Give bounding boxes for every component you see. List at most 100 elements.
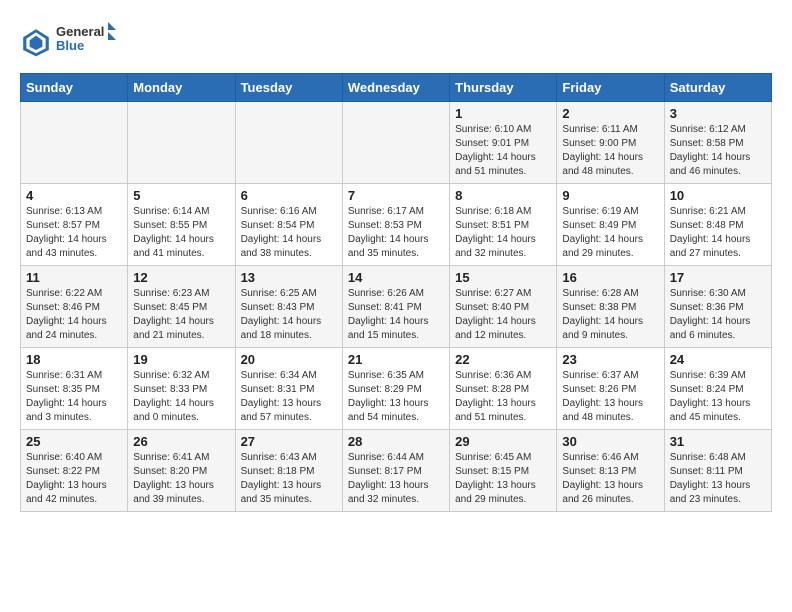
day-number: 10 — [670, 188, 766, 203]
weekday-header-thursday: Thursday — [450, 74, 557, 102]
day-info: Sunrise: 6:43 AM Sunset: 8:18 PM Dayligh… — [241, 451, 337, 507]
day-info: Sunrise: 6:30 AM Sunset: 8:36 PM Dayligh… — [670, 287, 766, 343]
day-number: 14 — [348, 270, 444, 285]
day-number: 30 — [562, 434, 658, 449]
day-info: Sunrise: 6:44 AM Sunset: 8:17 PM Dayligh… — [348, 451, 444, 507]
weekday-header-monday: Monday — [128, 74, 235, 102]
day-info: Sunrise: 6:32 AM Sunset: 8:33 PM Dayligh… — [133, 369, 229, 425]
day-info: Sunrise: 6:13 AM Sunset: 8:57 PM Dayligh… — [26, 205, 122, 261]
day-info: Sunrise: 6:19 AM Sunset: 8:49 PM Dayligh… — [562, 205, 658, 261]
day-cell: 7 Sunrise: 6:17 AM Sunset: 8:53 PM Daylig… — [342, 184, 449, 266]
day-info: Sunrise: 6:10 AM Sunset: 9:01 PM Dayligh… — [455, 123, 551, 179]
day-info: Sunrise: 6:39 AM Sunset: 8:24 PM Dayligh… — [670, 369, 766, 425]
day-number: 9 — [562, 188, 658, 203]
day-info: Sunrise: 6:45 AM Sunset: 8:15 PM Dayligh… — [455, 451, 551, 507]
day-cell: 11 Sunrise: 6:22 AM Sunset: 8:46 PM Dayli… — [21, 266, 128, 348]
day-number: 22 — [455, 352, 551, 367]
day-cell: 23 Sunrise: 6:37 AM Sunset: 8:26 PM Dayli… — [557, 348, 664, 430]
day-cell: 13Sunrise: 6:25 AM Sunset: 8:43 PM Dayli… — [235, 266, 342, 348]
day-number: 2 — [562, 106, 658, 121]
day-cell: 2 Sunrise: 6:11 AM Sunset: 9:00 PM Daylig… — [557, 102, 664, 184]
day-cell — [128, 102, 235, 184]
day-info: Sunrise: 6:21 AM Sunset: 8:48 PM Dayligh… — [670, 205, 766, 261]
week-row-5: 25 Sunrise: 6:40 AM Sunset: 8:22 PM Dayli… — [21, 430, 772, 512]
day-info: Sunrise: 6:14 AM Sunset: 8:55 PM Dayligh… — [133, 205, 229, 261]
day-info: Sunrise: 6:31 AM Sunset: 8:35 PM Dayligh… — [26, 369, 122, 425]
day-number: 8 — [455, 188, 551, 203]
calendar-table: SundayMondayTuesdayWednesdayThursdayFrid… — [20, 73, 772, 512]
day-info: Sunrise: 6:18 AM Sunset: 8:51 PM Dayligh… — [455, 205, 551, 261]
day-cell: 18 Sunrise: 6:31 AM Sunset: 8:35 PM Dayli… — [21, 348, 128, 430]
day-cell: 28 Sunrise: 6:44 AM Sunset: 8:17 PM Dayli… — [342, 430, 449, 512]
svg-text:Blue: Blue — [56, 38, 84, 53]
day-info: Sunrise: 6:37 AM Sunset: 8:26 PM Dayligh… — [562, 369, 658, 425]
day-cell: 1 Sunrise: 6:10 AM Sunset: 9:01 PM Daylig… — [450, 102, 557, 184]
day-number: 4 — [26, 188, 122, 203]
day-cell: 22 Sunrise: 6:36 AM Sunset: 8:28 PM Dayli… — [450, 348, 557, 430]
day-number: 11 — [26, 270, 122, 285]
day-number: 25 — [26, 434, 122, 449]
day-cell: 5 Sunrise: 6:14 AM Sunset: 8:55 PM Daylig… — [128, 184, 235, 266]
day-info: Sunrise: 6:36 AM Sunset: 8:28 PM Dayligh… — [455, 369, 551, 425]
day-number: 26 — [133, 434, 229, 449]
day-number: 1 — [455, 106, 551, 121]
week-row-1: 1 Sunrise: 6:10 AM Sunset: 9:01 PM Daylig… — [21, 102, 772, 184]
weekday-header-tuesday: Tuesday — [235, 74, 342, 102]
day-number: 28 — [348, 434, 444, 449]
day-cell: 29 Sunrise: 6:45 AM Sunset: 8:15 PM Dayli… — [450, 430, 557, 512]
page-header: General Blue — [20, 20, 772, 63]
weekday-header-row: SundayMondayTuesdayWednesdayThursdayFrid… — [21, 74, 772, 102]
day-cell: 30 Sunrise: 6:46 AM Sunset: 8:13 PM Dayli… — [557, 430, 664, 512]
day-number: 29 — [455, 434, 551, 449]
weekday-header-wednesday: Wednesday — [342, 74, 449, 102]
day-info: Sunrise: 6:41 AM Sunset: 8:20 PM Dayligh… — [133, 451, 229, 507]
day-info: Sunrise: 6:28 AM Sunset: 8:38 PM Dayligh… — [562, 287, 658, 343]
day-info: Sunrise: 6:23 AM Sunset: 8:45 PM Dayligh… — [133, 287, 229, 343]
day-number: 12 — [133, 270, 229, 285]
day-number: 7 — [348, 188, 444, 203]
day-info: Sunrise: 6:11 AM Sunset: 9:00 PM Dayligh… — [562, 123, 658, 179]
day-number: 24 — [670, 352, 766, 367]
day-cell: 16 Sunrise: 6:28 AM Sunset: 8:38 PM Dayli… — [557, 266, 664, 348]
day-info: Sunrise: 6:17 AM Sunset: 8:53 PM Dayligh… — [348, 205, 444, 261]
day-cell: 26 Sunrise: 6:41 AM Sunset: 8:20 PM Dayli… — [128, 430, 235, 512]
day-number: 21 — [348, 352, 444, 367]
week-row-2: 4 Sunrise: 6:13 AM Sunset: 8:57 PM Daylig… — [21, 184, 772, 266]
day-cell: 21Sunrise: 6:35 AM Sunset: 8:29 PM Dayli… — [342, 348, 449, 430]
logo-svg: General Blue — [56, 20, 116, 58]
day-cell: 25 Sunrise: 6:40 AM Sunset: 8:22 PM Dayli… — [21, 430, 128, 512]
day-number: 6 — [241, 188, 337, 203]
day-number: 5 — [133, 188, 229, 203]
day-cell: 9 Sunrise: 6:19 AM Sunset: 8:49 PM Daylig… — [557, 184, 664, 266]
day-info: Sunrise: 6:46 AM Sunset: 8:13 PM Dayligh… — [562, 451, 658, 507]
day-cell — [21, 102, 128, 184]
day-cell: 24 Sunrise: 6:39 AM Sunset: 8:24 PM Dayli… — [664, 348, 771, 430]
day-cell: 10 Sunrise: 6:21 AM Sunset: 8:48 PM Dayli… — [664, 184, 771, 266]
day-info: Sunrise: 6:48 AM Sunset: 8:11 PM Dayligh… — [670, 451, 766, 507]
day-info: Sunrise: 6:27 AM Sunset: 8:40 PM Dayligh… — [455, 287, 551, 343]
day-cell: 12 Sunrise: 6:23 AM Sunset: 8:45 PM Dayli… — [128, 266, 235, 348]
week-row-3: 11 Sunrise: 6:22 AM Sunset: 8:46 PM Dayli… — [21, 266, 772, 348]
day-number: 23 — [562, 352, 658, 367]
week-row-4: 18 Sunrise: 6:31 AM Sunset: 8:35 PM Dayli… — [21, 348, 772, 430]
day-cell: 20Sunrise: 6:34 AM Sunset: 8:31 PM Dayli… — [235, 348, 342, 430]
day-number: 3 — [670, 106, 766, 121]
day-cell: 6Sunrise: 6:16 AM Sunset: 8:54 PM Daylig… — [235, 184, 342, 266]
weekday-header-saturday: Saturday — [664, 74, 771, 102]
day-number: 18 — [26, 352, 122, 367]
logo-icon — [20, 26, 52, 58]
day-info: Sunrise: 6:22 AM Sunset: 8:46 PM Dayligh… — [26, 287, 122, 343]
day-cell: 14 Sunrise: 6:26 AM Sunset: 8:41 PM Dayli… — [342, 266, 449, 348]
day-cell: 3 Sunrise: 6:12 AM Sunset: 8:58 PM Daylig… — [664, 102, 771, 184]
day-info: Sunrise: 6:25 AM Sunset: 8:43 PM Dayligh… — [241, 287, 337, 343]
day-info: Sunrise: 6:40 AM Sunset: 8:22 PM Dayligh… — [26, 451, 122, 507]
day-cell: 19Sunrise: 6:32 AM Sunset: 8:33 PM Dayli… — [128, 348, 235, 430]
day-info: Sunrise: 6:26 AM Sunset: 8:41 PM Dayligh… — [348, 287, 444, 343]
day-number: 16 — [562, 270, 658, 285]
day-number: 27 — [241, 434, 337, 449]
day-info: Sunrise: 6:12 AM Sunset: 8:58 PM Dayligh… — [670, 123, 766, 179]
day-cell: 4 Sunrise: 6:13 AM Sunset: 8:57 PM Daylig… — [21, 184, 128, 266]
day-number: 31 — [670, 434, 766, 449]
day-cell — [235, 102, 342, 184]
weekday-header-friday: Friday — [557, 74, 664, 102]
